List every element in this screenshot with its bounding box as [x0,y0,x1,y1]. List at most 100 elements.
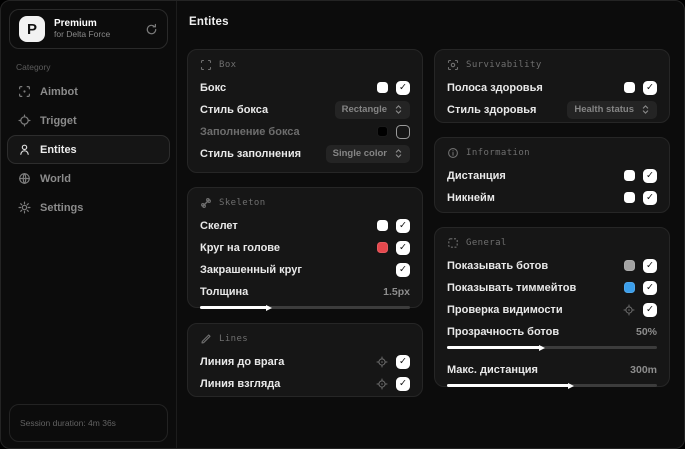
setting-row-gaze-line: Линия взгляда [200,376,410,391]
setting-label: Закрашенный круг [200,263,302,276]
sidebar: P Premium for Delta Force Category Aimbo… [1,1,177,448]
max-distance-slider[interactable] [447,383,657,388]
sidebar-item-trigget[interactable]: Trigget [7,106,170,135]
fill-style-select[interactable]: Single color [325,144,410,163]
chevron-updown-icon [395,105,402,114]
setting-label: Дистанция [447,169,506,182]
setting-label: Бокс [200,81,227,94]
crosshair-circle-icon [18,114,31,127]
color-swatch[interactable] [377,242,388,253]
setting-row-skeleton: Скелет [200,218,410,233]
checkbox[interactable] [396,80,410,95]
panel-title: Box [219,60,237,70]
setting-row-distance: Дистанция [447,168,657,183]
color-swatch[interactable] [624,192,635,203]
setting-row-visibility-check: Проверка видимости [447,302,657,317]
brand-subtitle: for Delta Force [54,28,111,39]
setting-row-fill-style: Стиль заполнения Single color [200,144,410,163]
bot-opacity-slider[interactable] [447,345,657,350]
crosshair-frame-icon [19,86,30,97]
chevron-updown-icon [395,149,402,158]
checkbox[interactable] [396,376,410,391]
checkbox[interactable] [396,240,410,255]
checkbox[interactable] [396,124,410,139]
setting-row-enemy-line: Линия до врага [200,354,410,369]
person-icon [20,144,29,155]
setting-row-show-teammates: Показывать тиммейтов [447,280,657,295]
setting-row-box-fill: Заполнение бокса [200,124,410,139]
checkbox[interactable] [396,262,410,277]
checkbox[interactable] [643,80,657,95]
slider-fill [200,306,270,309]
panel-general: General Показывать ботов Показывать тимм… [434,227,670,387]
panel-title: Skeleton [219,198,266,208]
checkbox[interactable] [396,354,410,369]
color-swatch[interactable] [624,170,635,181]
brand-text: Premium for Delta Force [54,18,136,39]
sidebar-item-world[interactable]: World [7,164,170,193]
setting-label: Толщина [200,285,249,298]
panel-lines-header: Lines [200,333,410,345]
setting-row-filled-circle: Закрашенный круг [200,262,410,277]
color-swatch[interactable] [377,220,388,231]
setting-row-healthbar: Полоса здоровья [447,80,657,95]
target-icon[interactable] [376,378,388,390]
target-icon[interactable] [376,356,388,368]
slider-value: 1.5px [383,285,410,298]
setting-row-show-bots: Показывать ботов [447,258,657,273]
color-swatch[interactable] [377,126,388,137]
setting-row-thickness: Толщина 1.5px [200,284,410,299]
box-style-select[interactable]: Rectangle [334,100,410,119]
thickness-slider[interactable] [200,305,410,310]
focus-circle-icon [447,59,459,71]
setting-label: Прозрачность ботов [447,325,560,338]
box-corners-icon [200,59,212,71]
checkbox[interactable] [396,218,410,233]
sidebar-item-entites[interactable]: Entites [7,135,170,164]
panel-general-header: General [447,237,657,249]
panel-box-header: Box [200,59,410,71]
session-duration: Session duration: 4m 36s [9,404,168,442]
color-swatch[interactable] [624,260,635,271]
checkbox[interactable] [643,258,657,273]
color-swatch[interactable] [624,282,635,293]
sidebar-item-label: Trigget [40,114,77,127]
brand-logo: P [19,16,45,42]
setting-row-box-style: Стиль бокса Rectangle [200,100,410,119]
setting-label: Стиль заполнения [200,147,302,160]
setting-label: Показывать тиммейтов [447,281,577,294]
category-label: Category [16,62,51,72]
color-swatch[interactable] [377,82,388,93]
sidebar-nav: Aimbot Trigget Entites World Settings [1,77,176,222]
info-icon [448,148,458,158]
setting-label: Макс. дистанция [447,363,538,376]
setting-row-box: Бокс [200,80,410,95]
globe-icon [19,172,30,185]
setting-label: Стиль бокса [200,103,269,116]
color-swatch[interactable] [624,82,635,93]
refresh-icon[interactable] [145,23,158,36]
chevron-updown-icon [642,105,649,114]
setting-label: Линия взгляда [200,377,281,390]
setting-row-nickname: Никнейм [447,190,657,205]
setting-label: Скелет [200,219,238,232]
panel-survivability-header: Survivability [447,59,657,71]
setting-label: Показывать ботов [447,259,549,272]
panel-survivability: Survivability Полоса здоровья Стиль здор… [434,49,670,123]
panel-title: General [466,238,507,248]
setting-row-head-circle: Круг на голове [200,240,410,255]
checkbox[interactable] [643,168,657,183]
sidebar-item-aimbot[interactable]: Aimbot [7,77,170,106]
checkbox[interactable] [643,190,657,205]
slider-value: 300m [630,363,657,376]
checkbox[interactable] [643,302,657,317]
setting-row-bot-opacity: Прозрачность ботов 50% [447,324,657,339]
health-style-select[interactable]: Health status [567,100,657,119]
target-icon[interactable] [623,304,635,316]
checkbox[interactable] [643,280,657,295]
select-value: Single color [332,148,387,159]
panel-title: Survivability [466,60,542,70]
sidebar-item-label: World [40,172,71,185]
select-value: Health status [574,104,634,115]
sidebar-item-settings[interactable]: Settings [7,193,170,222]
